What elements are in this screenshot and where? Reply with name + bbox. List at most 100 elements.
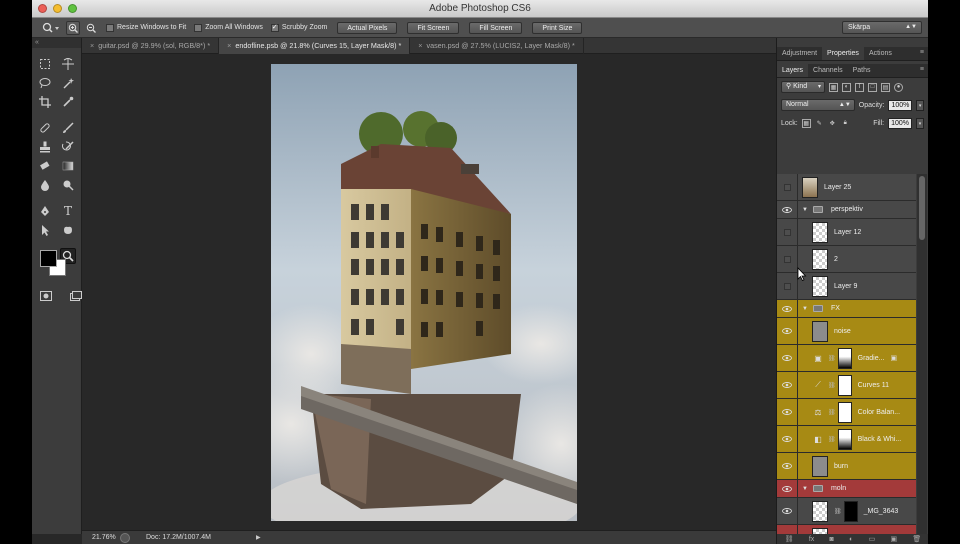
adjustment-icon[interactable]: ⟋ <box>812 379 824 391</box>
magic-wand-tool-icon[interactable] <box>60 75 76 91</box>
new-layer-icon[interactable]: ▣ <box>890 535 897 543</box>
mask-link-icon[interactable]: ⛓ <box>834 508 842 515</box>
layers-scrollbar[interactable] <box>917 174 927 536</box>
mask-link-icon[interactable]: ⛓ <box>828 409 836 416</box>
layer-row[interactable]: ⟋ ⛓ Curves 11 <box>777 372 916 399</box>
canvas-area[interactable] <box>82 55 776 534</box>
path-selection-tool-icon[interactable] <box>37 222 53 238</box>
lock-transparent-icon[interactable]: ▦ <box>801 118 811 128</box>
actual-pixels-button[interactable]: Actual Pixels <box>337 21 398 34</box>
zoom-all-windows-checkbox[interactable]: Zoom All Windows <box>194 23 263 32</box>
layer-thumbnail[interactable] <box>812 221 828 243</box>
status-menu-arrow-icon[interactable]: ▶ <box>256 534 261 541</box>
tab-actions[interactable]: Actions <box>864 47 897 60</box>
mask-link-icon[interactable]: ⛓ <box>828 382 836 389</box>
layer-mask-thumbnail[interactable] <box>837 347 852 369</box>
fill-slider-icon[interactable]: ▾ <box>916 117 924 129</box>
lock-all-icon[interactable]: 🔒︎ <box>841 119 850 128</box>
link-layers-icon[interactable]: ⛓ <box>785 535 794 543</box>
layer-row[interactable]: noise <box>777 318 916 345</box>
layer-thumbnail[interactable] <box>812 248 828 270</box>
opacity-field[interactable]: 100% <box>888 99 913 111</box>
layer-mask-thumbnail[interactable] <box>837 374 852 396</box>
layer-row[interactable]: ⛓ _MG_3643 <box>777 498 916 525</box>
type-tool-icon[interactable]: T <box>60 203 76 219</box>
visibility-toggle[interactable] <box>777 246 798 272</box>
smart-object-filter-icon[interactable]: ▤ <box>881 82 890 92</box>
zoom-all-box[interactable] <box>194 23 203 32</box>
tab-guitar[interactable]: × guitar.psd @ 29.9% (sol, RGB/8*) * <box>82 38 220 54</box>
print-size-button[interactable]: Print Size <box>532 21 583 34</box>
clone-stamp-tool-icon[interactable] <box>37 139 53 155</box>
eye-icon[interactable] <box>777 318 798 344</box>
lock-position-icon[interactable]: ✥ <box>828 119 837 128</box>
close-tab-icon[interactable]: × <box>90 41 94 50</box>
crop-tool-icon[interactable] <box>37 94 53 110</box>
tab-adjustment[interactable]: Adjustment <box>777 47 822 60</box>
layer-row[interactable]: ▼ FX <box>777 300 916 318</box>
layer-row[interactable]: Layer 12 <box>777 219 916 246</box>
new-group-icon[interactable]: ▭ <box>869 535 876 543</box>
scrubby-zoom-checkbox[interactable]: ✓ Scrubby Zoom <box>270 23 327 32</box>
marquee-tool-icon[interactable] <box>37 56 53 72</box>
eyedropper-tool-icon[interactable] <box>60 94 76 110</box>
zoom-level[interactable]: 21.76% <box>82 534 118 541</box>
layer-thumbnail[interactable] <box>812 320 828 342</box>
layer-thumbnail[interactable] <box>812 275 828 297</box>
move-tool-icon[interactable] <box>60 56 76 72</box>
eye-icon[interactable] <box>777 498 798 524</box>
resize-windows-box[interactable] <box>106 23 114 32</box>
scrollbar-thumb[interactable] <box>919 176 925 240</box>
lasso-tool-icon[interactable] <box>37 75 53 91</box>
tab-endofline[interactable]: × endofline.psb @ 21.8% (Curves 15, Layer… <box>219 38 411 54</box>
close-tab-icon[interactable]: × <box>227 41 231 50</box>
adjustment-icon[interactable]: ⚖ <box>812 406 824 418</box>
eye-icon[interactable] <box>777 201 798 218</box>
eraser-tool-icon[interactable] <box>37 158 53 174</box>
eye-icon[interactable] <box>777 426 798 452</box>
layer-thumbnail[interactable] <box>812 455 828 477</box>
lock-image-icon[interactable]: ✎ <box>815 119 824 128</box>
visibility-toggle[interactable] <box>777 174 798 200</box>
adjustment-icon[interactable]: ▣ <box>812 352 824 364</box>
layer-row[interactable]: ▣ ⛓ Gradie... ▣ <box>777 345 916 372</box>
filter-kind-select[interactable]: ⚲ Kind ▾ <box>781 81 825 93</box>
panel-menu-icon[interactable]: ≡ <box>920 49 924 56</box>
zoom-in-button[interactable] <box>66 20 80 35</box>
expand-triangle-icon[interactable]: ▼ <box>802 486 808 492</box>
workspace-switcher[interactable]: Skärpa ▲▼ <box>842 21 922 34</box>
blend-mode-select[interactable]: Normal ▲▼ <box>781 99 855 111</box>
gradient-tool-icon[interactable] <box>60 158 76 174</box>
tab-vasen[interactable]: × vasen.psd @ 27.5% (LUCIS2, Layer Mask/8… <box>410 38 584 54</box>
healing-brush-tool-icon[interactable] <box>37 120 53 136</box>
shape-filter-icon[interactable]: □ <box>868 82 877 92</box>
visibility-toggle[interactable] <box>777 219 798 245</box>
resize-windows-checkbox[interactable]: Resize Windows to Fit <box>106 23 186 32</box>
eye-icon[interactable] <box>777 372 798 398</box>
mask-link-icon[interactable]: ⛓ <box>828 436 836 443</box>
add-mask-icon[interactable]: ◙ <box>830 536 834 543</box>
delete-layer-icon[interactable]: 🗑︎ <box>912 535 921 543</box>
color-swatches[interactable] <box>40 250 70 278</box>
expand-triangle-icon[interactable]: ▼ <box>802 207 808 213</box>
layer-row[interactable]: ▼ moln <box>777 480 916 498</box>
eye-icon[interactable] <box>777 399 798 425</box>
dodge-tool-icon[interactable] <box>60 177 76 193</box>
scrubby-zoom-box[interactable]: ✓ <box>270 23 279 32</box>
eye-icon[interactable] <box>777 453 798 479</box>
eye-icon[interactable] <box>777 300 798 317</box>
fill-screen-button[interactable]: Fill Screen <box>469 21 523 34</box>
pixel-filter-icon[interactable]: ▦ <box>829 82 838 92</box>
custom-shape-tool-icon[interactable] <box>60 222 76 238</box>
mask-link-icon[interactable]: ⛓ <box>828 355 836 362</box>
layer-mask-thumbnail[interactable] <box>843 500 858 522</box>
zoom-out-button[interactable] <box>84 21 98 35</box>
layer-thumbnail[interactable] <box>802 176 818 198</box>
history-brush-tool-icon[interactable] <box>60 139 76 155</box>
filter-toggle-icon[interactable]: ● <box>894 82 903 92</box>
brush-tool-icon[interactable] <box>60 120 76 136</box>
fx-icon[interactable]: fx <box>809 536 814 543</box>
tab-layers[interactable]: Layers <box>777 64 809 77</box>
blur-tool-icon[interactable] <box>37 177 53 193</box>
adjustment-filter-icon[interactable]: ◐ <box>842 82 851 92</box>
